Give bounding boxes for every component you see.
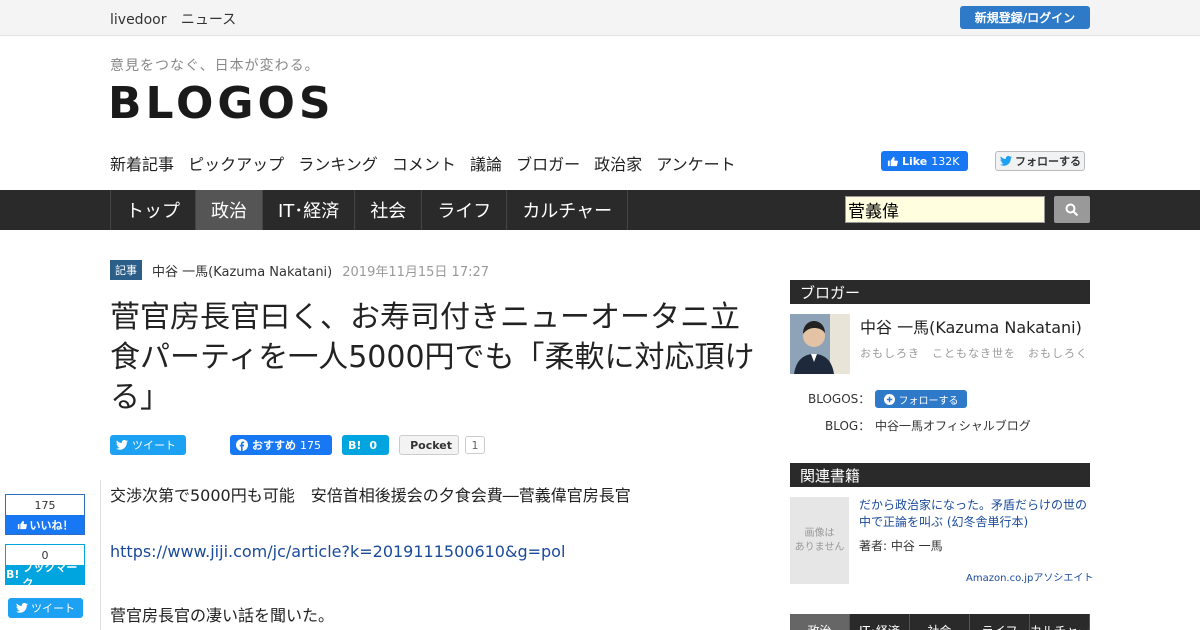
search-input[interactable] — [845, 196, 1045, 223]
hatena-icon: B! — [348, 438, 362, 452]
nav-culture[interactable]: カルチャー — [507, 190, 629, 230]
tweet-button[interactable]: ツイート — [110, 435, 186, 455]
blogos-logo[interactable]: BLOGOS — [108, 78, 335, 129]
tw-follow-label: フォローする — [1015, 155, 1081, 168]
floating-fb-button[interactable]: いいね！ — [6, 515, 84, 534]
fb-recommend-label: おすすめ — [252, 439, 296, 452]
nav-it-economy[interactable]: IT･経済 — [263, 190, 356, 230]
login-button[interactable]: 新規登録/ログイン — [960, 6, 1090, 29]
nav-politics[interactable]: 政治 — [196, 190, 263, 230]
nav-society[interactable]: 社会 — [355, 190, 423, 230]
pocket-count: 1 — [465, 436, 485, 454]
hatena-count: 0 — [369, 438, 378, 452]
facebook-icon — [236, 439, 248, 451]
blog-label: BLOG： — [825, 419, 871, 433]
book-image-placeholder[interactable]: 画像は ありません — [790, 497, 849, 584]
category-tabs: 政治 IT･経済 社会 ライフ カルチャー — [790, 614, 1090, 630]
subnav-blogger[interactable]: ブロガー — [516, 155, 580, 174]
floating-fb-like[interactable]: 175 いいね！ — [5, 494, 85, 535]
floating-fb-label: いいね！ — [29, 518, 74, 532]
tweet-label: ツイート — [132, 439, 176, 452]
sub-navigation: 新着記事 ピックアップ ランキング コメント 議論 ブロガー 政治家 アンケート — [110, 151, 745, 175]
facebook-like-button[interactable]: Like 132K — [881, 151, 968, 171]
follow-label: フォローする — [898, 395, 959, 407]
thumbs-up-icon — [17, 520, 27, 529]
subnav-survey[interactable]: アンケート — [656, 155, 735, 174]
sidebar-books-heading: 関連書籍 — [790, 463, 1090, 487]
twitter-bird-icon — [1000, 156, 1012, 166]
tab-it-economy[interactable]: IT･経済 — [850, 614, 910, 630]
blogger-name[interactable]: 中谷 一馬(Kazuma Nakatani) — [860, 314, 1082, 338]
tab-politics[interactable]: 政治 — [790, 614, 850, 630]
site-tagline: 意見をつなぐ、日本が変わる。 — [110, 58, 320, 74]
article-meta: 記事 中谷 一馬(Kazuma Nakatani) 2019年11月15日 17… — [110, 260, 489, 280]
book-author: 著者: 中谷 一馬 — [859, 539, 943, 553]
floating-tweet-label: ツイート — [31, 602, 75, 615]
blogger-avatar[interactable] — [790, 314, 850, 374]
tab-life[interactable]: ライフ — [970, 614, 1030, 630]
subnav-ranking[interactable]: ランキング — [298, 155, 378, 174]
subnav-politician[interactable]: 政治家 — [594, 155, 642, 174]
pocket-label: Pocket — [410, 438, 452, 452]
fb-recommend-count: 175 — [300, 438, 321, 452]
amazon-associate-link[interactable]: Amazon.co.jpアソシエイト — [966, 569, 1093, 584]
tab-society[interactable]: 社会 — [910, 614, 970, 630]
subnav-pickup[interactable]: ピックアップ — [188, 155, 284, 174]
article-body-line: 菅官房長官の凄い話を聞いた。 — [110, 606, 335, 625]
book-title-link[interactable]: だから政治家になった。矛盾だらけの世の中で正論を叫ぶ (幻冬舎単行本) — [859, 497, 1091, 531]
twitter-bird-icon — [16, 603, 28, 613]
floating-hatena-button[interactable]: B! ブックマーク — [6, 561, 84, 590]
plus-circle-icon — [883, 393, 895, 405]
blogger-description: おもしろき こともなき世を おもしろく — [860, 347, 1088, 360]
tab-culture[interactable]: カルチャー — [1030, 614, 1090, 630]
blogos-follow-button[interactable]: フォローする — [875, 390, 967, 408]
blog-link[interactable]: 中谷一馬オフィシャルブログ — [875, 417, 1031, 434]
avatar-portrait-icon — [790, 314, 850, 374]
sidebar-blogger-heading: ブロガー — [790, 280, 1090, 304]
search-button[interactable] — [1054, 196, 1090, 223]
hatena-icon: B! — [6, 568, 20, 581]
floating-tweet-button[interactable]: ツイート — [8, 598, 83, 618]
brand-livedoor[interactable]: livedoor — [110, 12, 166, 28]
pocket-button[interactable]: Pocket — [399, 435, 459, 455]
subnav-new[interactable]: 新着記事 — [110, 155, 174, 174]
facebook-recommend-button[interactable]: おすすめ 175 — [230, 435, 332, 455]
article-title: 菅官房長官曰く、お寿司付きニューオータニ立食パーティを一人5000円でも「柔軟に… — [110, 300, 755, 415]
twitter-bird-icon — [116, 440, 128, 450]
twitter-follow-button[interactable]: フォローする — [995, 151, 1085, 171]
floating-fb-count: 175 — [34, 498, 56, 512]
fb-like-label: Like — [902, 154, 928, 168]
fb-like-count: 132K — [931, 154, 960, 168]
article-author[interactable]: 中谷 一馬(Kazuma Nakatani) — [152, 261, 332, 280]
article-link[interactable]: https://www.jiji.com/jc/article?k=201911… — [110, 542, 565, 561]
nav-life[interactable]: ライフ — [422, 190, 508, 230]
subnav-debate[interactable]: 議論 — [470, 155, 502, 174]
subnav-comment[interactable]: コメント — [392, 155, 456, 174]
top-bar: livedoor ニュース 新規登録/ログイン — [0, 0, 1200, 36]
hatena-bookmark-button[interactable]: B! 0 — [342, 435, 389, 455]
article-tag[interactable]: 記事 — [110, 260, 142, 280]
brand-news[interactable]: ニュース — [181, 12, 236, 28]
floating-hatena[interactable]: 0 B! ブックマーク — [5, 544, 85, 590]
livedoor-brand[interactable]: livedoor ニュース — [110, 9, 246, 29]
floating-hatena-label: ブックマーク — [22, 560, 78, 590]
article-date: 2019年11月15日 17:27 — [342, 264, 490, 280]
thumbs-up-icon — [887, 156, 898, 166]
search-icon — [1065, 203, 1079, 216]
nav-top[interactable]: トップ — [110, 190, 196, 230]
article-body-line: 交渉次第で5000円も可能 安倍首相後援会の夕食会費―菅義偉官房長官 — [110, 486, 631, 505]
blogos-label: BLOGOS： — [808, 392, 871, 406]
